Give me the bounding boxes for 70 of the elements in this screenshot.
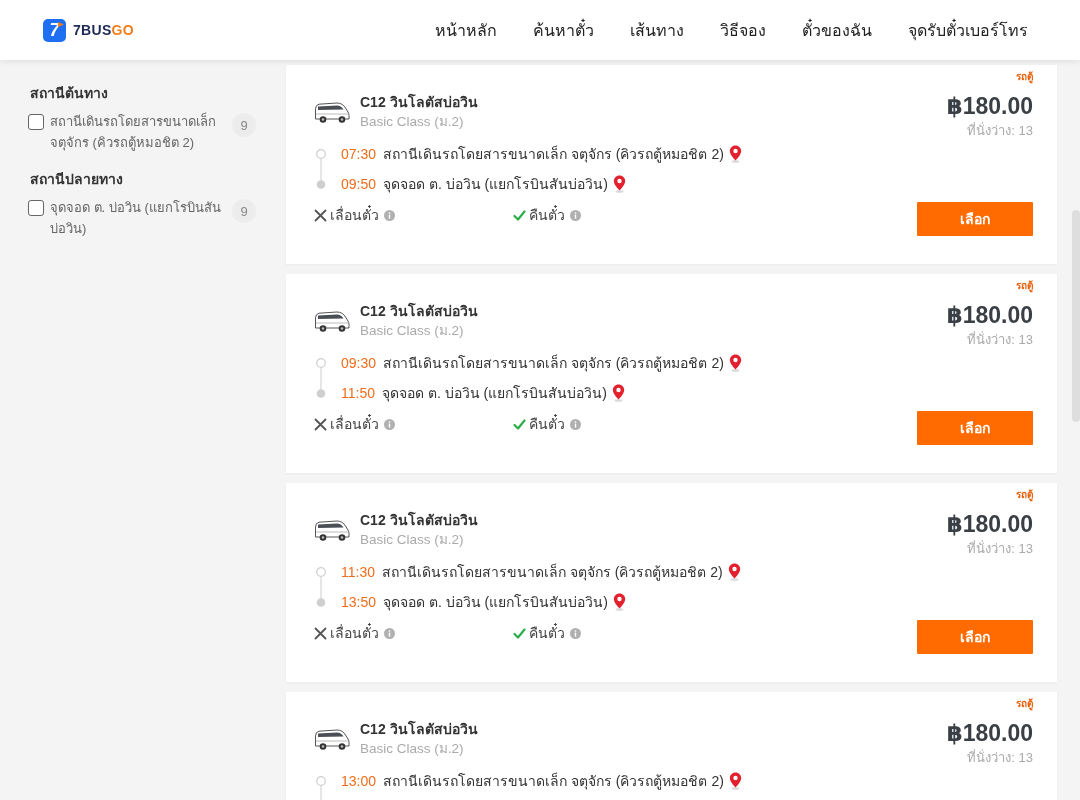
nav-link[interactable]: ตั๋วของฉัน [802,17,872,43]
stop-name: สถานีเดินรถโดยสารขนาดเล็ก จตุจักร (คิวรถตู้หมอชิต 2) [382,562,723,583]
route-name: C12 วินโลตัสบ่อวิน [360,511,478,530]
ticket-policy-label: คืนตั๋ว [529,622,565,643]
route-name: C12 วินโลตัสบ่อวิน [360,720,478,739]
map-pin-icon[interactable] [612,175,626,193]
map-pin-icon[interactable] [728,354,742,372]
van-icon [314,517,350,543]
map-pin-icon[interactable] [728,145,742,163]
filter-option-label[interactable]: จุดจอด ต. บ่อวิน (แยกโรบินสันบ่อวิน) [50,197,228,239]
route-name: C12 วินโลตัสบ่อวิน [360,93,478,112]
option-count: 9 [232,113,256,137]
stop-name: สถานีเดินรถโดยสารขนาดเล็ก จตุจักร (คิวรถตู้หมอชิต 2) [383,353,724,374]
logo-text[interactable]: 7BUSGO [73,22,134,38]
ticket-policy-label: คืนตั๋ว [529,204,565,225]
filter-title: สถานีต้นทาง [30,84,109,103]
stop-name: จุดจอด ต. บ่อวิน (แยกโรบินสันบ่อวิน) [383,175,608,195]
vehicle-type-tag: รถตู้ [1016,279,1033,293]
service-class: Basic Class (ม.2) [360,740,465,758]
filter-option-label[interactable]: สถานีเดินรถโดยสารขนาดเล็ก จตุจักร (คิวรถตู้หมอชิต 2) [50,111,228,153]
arrow-icon [58,21,64,27]
vehicle-type-tag: รถตู้ [1016,697,1033,711]
ticket-policy-label: เลื่อนตั๋ว [330,204,379,225]
ticket-policy-label: คืนตั๋ว [529,413,565,434]
price: ฿180.00 [946,510,1033,538]
map-pin-icon[interactable] [611,384,625,402]
checkbox[interactable] [28,114,44,130]
van-icon [314,308,350,334]
service-class: Basic Class (ม.2) [360,113,465,131]
map-pin-icon[interactable] [728,772,742,790]
nav-link[interactable]: เส้นทาง [630,17,684,43]
ticket-policy-label: เลื่อนตั๋ว [330,413,379,434]
seats-available: ที่นั่งว่าง: 13 [967,540,1033,558]
nav-link[interactable]: หน้าหลัก [435,17,497,43]
price: ฿180.00 [946,301,1033,329]
stop-time: 09:50 [341,176,377,192]
filter-title: สถานีปลายทาง [30,170,124,189]
nav-link[interactable]: ค้นหาตั๋ว [533,17,594,43]
seats-available: ที่นั่งว่าง: 13 [967,122,1033,140]
ticket-policy-label: เลื่อนตั๋ว [330,622,379,643]
nav-link[interactable]: จุดรับตั๋วเบอร์โทร [908,17,1028,43]
vehicle-type-tag: รถตู้ [1016,488,1033,502]
vehicle-type-tag: รถตู้ [1016,70,1033,84]
stop-time: 11:50 [341,385,375,401]
van-icon [314,726,350,752]
price: ฿180.00 [946,92,1033,120]
map-pin-icon[interactable] [612,593,626,611]
nav-link[interactable]: วิธีจอง [720,17,766,43]
service-class: Basic Class (ม.2) [360,531,465,549]
service-class: Basic Class (ม.2) [360,322,465,340]
price: ฿180.00 [946,719,1033,747]
option-count: 9 [232,199,256,223]
timeline-end-icon [315,179,327,189]
seats-available: ที่นั่งว่าง: 13 [967,331,1033,349]
stop-name: จุดจอด ต. บ่อวิน (แยกโรบินสันบ่อวิน) [382,384,607,404]
stop-name: จุดจอด ต. บ่อวิน (แยกโรบินสันบ่อวิน) [383,593,608,613]
van-icon [314,99,350,125]
stop-time: 11:30 [341,564,375,580]
stop-time: 09:30 [341,355,377,371]
stop-time: 13:50 [341,594,377,610]
route-name: C12 วินโลตัสบ่อวิน [360,302,478,321]
timeline-end-icon [315,388,327,398]
stop-time: 13:00 [341,773,377,789]
stop-name: สถานีเดินรถโดยสารขนาดเล็ก จตุจักร (คิวรถตู้หมอชิต 2) [383,771,724,792]
stop-time: 07:30 [341,146,377,162]
stop-name: สถานีเดินรถโดยสารขนาดเล็ก จตุจักร (คิวรถตู้หมอชิต 2) [383,144,724,165]
timeline-end-icon [315,597,327,607]
checkbox[interactable] [28,200,44,216]
seats-available: ที่นั่งว่าง: 13 [967,749,1033,767]
map-pin-icon[interactable] [727,563,741,581]
